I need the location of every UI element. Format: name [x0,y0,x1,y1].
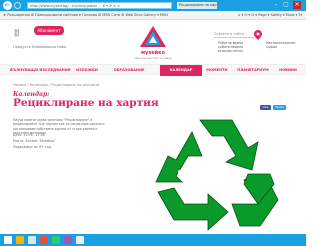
location-pin-icon [254,30,262,40]
command-bar[interactable]: ⌂ ▾ ✉ ▾ ⊡ ▾ Page ▾ Safety ▾ Tools ▾ ?▾ [238,11,302,19]
browser-title-bar: ← http://www.mypsd.bg/...rcycling-paper … [0,0,306,11]
windows-taskbar [0,234,306,246]
app-icon-3[interactable] [76,236,84,244]
event-age: Подходящо за: 8+ год. [13,145,52,149]
nav-item-moments[interactable]: МОМЕНТИ [204,65,230,76]
tab-current[interactable]: Рециклиране на хартията × [177,2,217,9]
breadcrumb[interactable]: Начало / Календар / Рециклиране на харти… [13,83,99,87]
facebook-like-button[interactable]: Like [260,105,271,110]
media-icon[interactable] [40,236,48,244]
minimize-button[interactable]: – [272,1,280,9]
location-info: Местоположение София [266,41,296,49]
favorites-links[interactable]: ★ Разширения ⊞ Препоръчвани сайтове ▾ Га… [3,13,168,17]
nav-item-planetarium[interactable]: ПЛАНЕТАРИУМ [233,65,273,76]
nav-item-calendar[interactable]: КАЛЕНДАР [160,65,202,76]
back-icon[interactable]: ← [3,1,12,10]
main-navigation: ВЪЛНУВАЩИ ИЗСЛЕДВАНИЯ ИЗЛОЖБИ ОБРАЗОВАНИ… [0,64,306,76]
page-title: Рециклиране на хартия [13,97,159,109]
nav-item-research[interactable]: ВЪЛНУВАЩИ ИЗСЛЕДВАНИЯ [10,65,71,76]
logo-small-icon[interactable]: ǀ¦ǀ [14,28,20,37]
start-icon[interactable] [4,236,12,244]
app-icon-2[interactable] [64,236,72,244]
favorites-bar: ★ Разширения ⊞ Препоръчвани сайтове ▾ Га… [0,11,306,20]
app-icon[interactable] [52,236,60,244]
nav-item-news[interactable]: НОВИНИ [276,65,300,76]
explorer-icon[interactable] [28,236,36,244]
recycle-icon [155,119,279,231]
search-input[interactable]: Търсете в сайта [214,32,254,38]
tweet-button[interactable]: Tweet [273,105,286,110]
forward-icon[interactable] [14,2,21,9]
maximize-button[interactable]: ▢ [282,1,290,9]
brand-tagline: научен център за деца [134,56,172,60]
sub-navigation[interactable]: Продукти Информация Ниво [13,45,66,49]
brand-logo-icon[interactable] [137,25,169,49]
event-place: Място: Ателие "Музейко" [13,139,56,143]
subscribe-button[interactable]: Абонамент [34,26,64,35]
hours-info: Работно време събота-неделя вторник-петъ… [218,41,244,53]
nav-item-education[interactable]: ОБРАЗОВАНИЕ [107,65,151,76]
address-bar[interactable]: http://www.mypsd.bg/...rcycling-paper ..… [27,2,172,9]
close-button[interactable]: ✕ [293,1,301,9]
event-date: Дата: 15.06 - 17.06 [13,133,45,137]
nav-item-exhibitions[interactable]: ИЗЛОЖБИ [72,65,102,76]
ie-icon[interactable] [16,236,24,244]
